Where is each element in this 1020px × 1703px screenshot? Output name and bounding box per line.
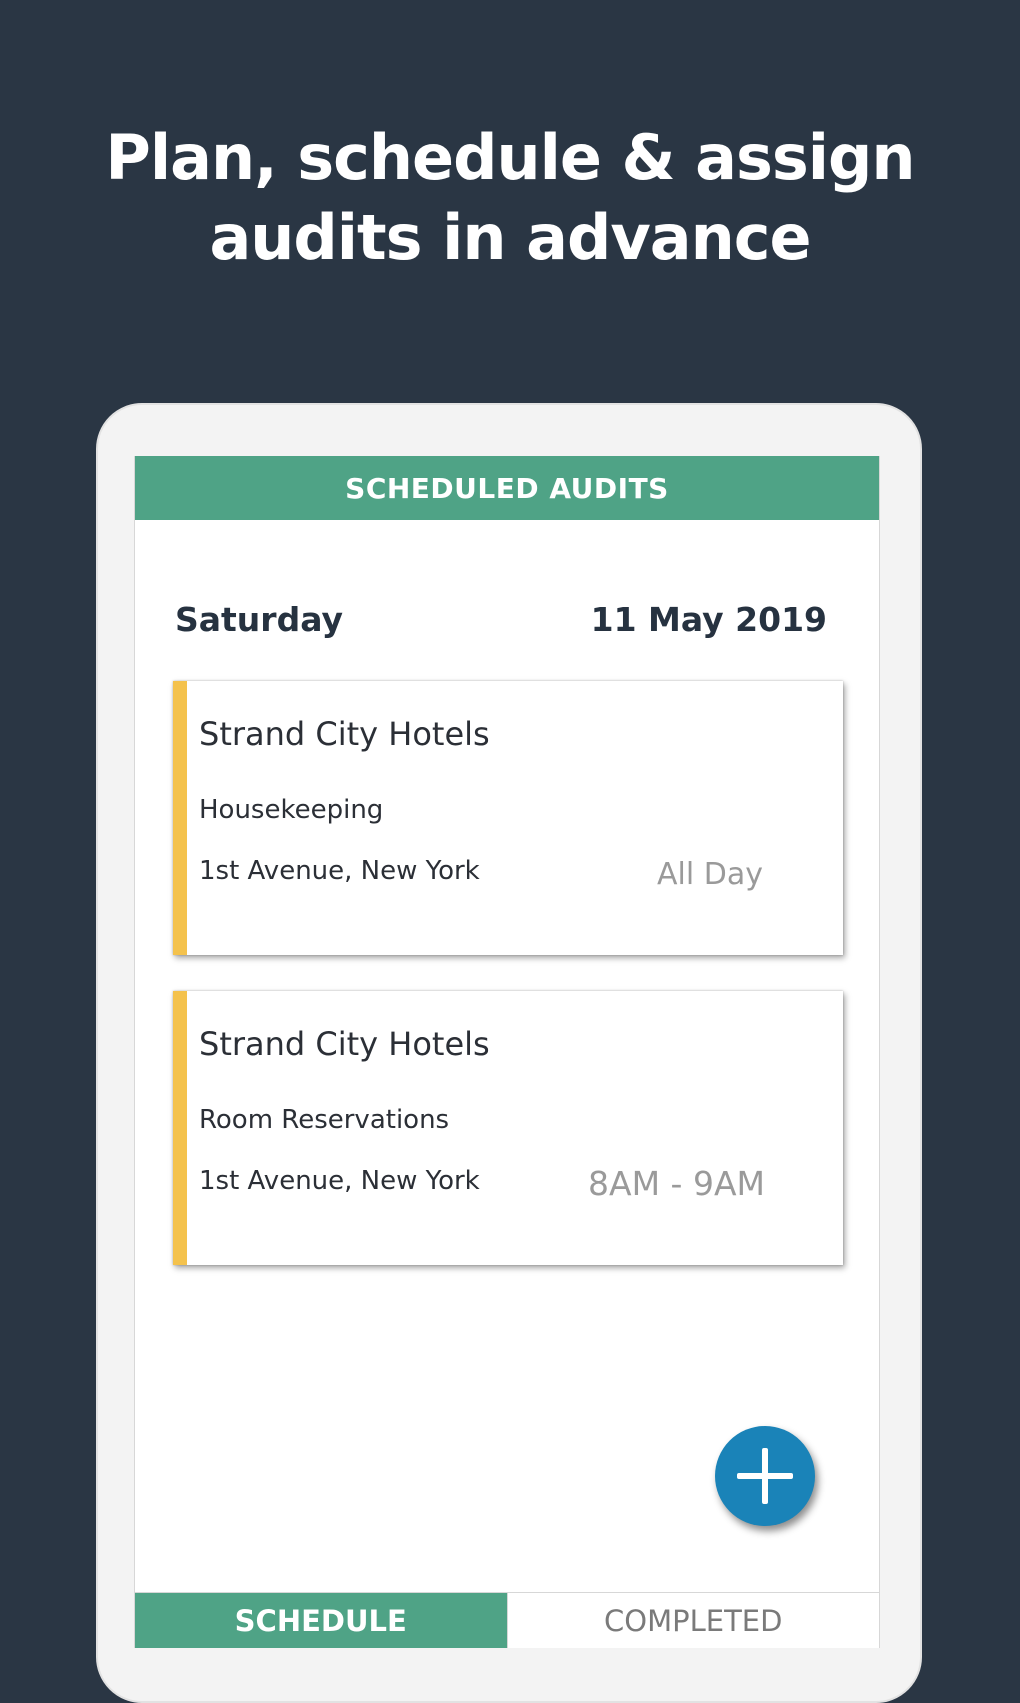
tab-schedule-label: SCHEDULE: [234, 1604, 407, 1638]
audit-time: 8AM - 9AM: [588, 1164, 765, 1203]
audit-address: 1st Avenue, New York: [199, 1166, 480, 1196]
app-screen: SCHEDULED AUDITS Saturday 11 May 2019 St…: [134, 456, 880, 1648]
audit-department: Room Reservations: [199, 1105, 450, 1135]
audit-department: Housekeeping: [199, 795, 384, 825]
audit-title: Strand City Hotels: [199, 715, 490, 753]
day-label: Saturday: [175, 600, 343, 639]
add-audit-button[interactable]: [715, 1426, 815, 1526]
date-label: 11 May 2019: [590, 600, 827, 639]
app-bar-title: SCHEDULED AUDITS: [345, 471, 669, 505]
tab-schedule[interactable]: SCHEDULE: [135, 1593, 507, 1648]
promo-headline: Plan, schedule & assign audits in advanc…: [0, 118, 1020, 278]
audit-card[interactable]: Strand City Hotels Housekeeping 1st Aven…: [173, 681, 843, 955]
audit-title: Strand City Hotels: [199, 1025, 490, 1063]
app-bar: SCHEDULED AUDITS: [135, 456, 879, 520]
audit-time: All Day: [657, 857, 763, 892]
audit-address: 1st Avenue, New York: [199, 856, 480, 886]
audit-card[interactable]: Strand City Hotels Room Reservations 1st…: [173, 991, 843, 1265]
date-header: Saturday 11 May 2019: [175, 600, 827, 639]
headline-line-2: audits in advance: [209, 201, 811, 274]
headline-line-1: Plan, schedule & assign: [105, 121, 915, 194]
tab-completed[interactable]: COMPLETED: [506, 1593, 879, 1648]
bottom-tabs: SCHEDULE COMPLETED: [135, 1592, 879, 1648]
tab-completed-label: COMPLETED: [604, 1604, 783, 1638]
